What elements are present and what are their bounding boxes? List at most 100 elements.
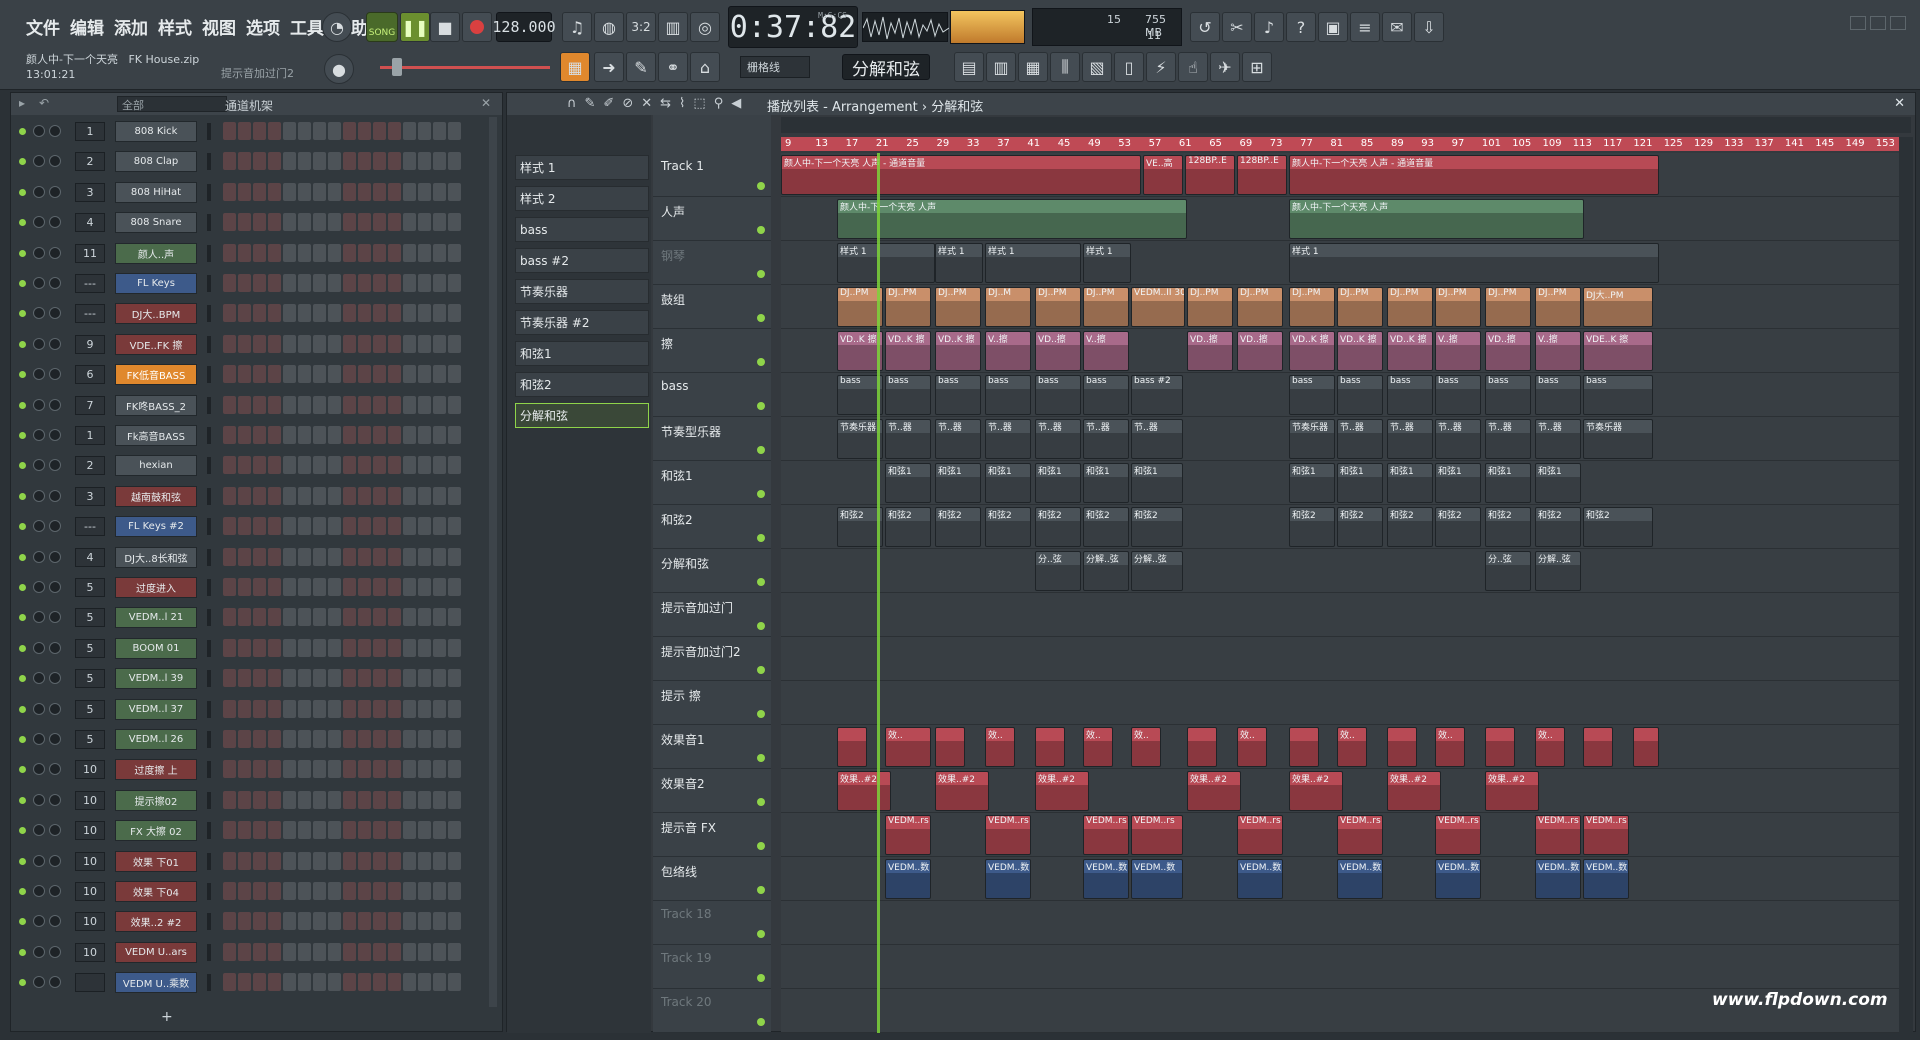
playlist-vertical-scrollbar[interactable] — [1899, 137, 1913, 1033]
playlist-clip[interactable]: bass — [935, 375, 981, 415]
track-enable-led[interactable] — [757, 974, 765, 982]
step-sequencer[interactable] — [223, 942, 463, 962]
track-enable-led[interactable] — [757, 314, 765, 322]
playlist-clip[interactable]: DJ大..PM — [1583, 287, 1653, 327]
step-button[interactable] — [313, 699, 326, 718]
step-button[interactable] — [418, 851, 431, 870]
channel-row[interactable]: 10 效果 下04 — [11, 879, 502, 903]
step-button[interactable] — [358, 730, 371, 748]
close-icon[interactable]: ✕ — [1894, 96, 1905, 111]
step-button[interactable] — [388, 942, 401, 961]
channel-name-button[interactable]: VEDM..l 39 — [115, 668, 197, 690]
step-button[interactable] — [223, 243, 236, 262]
step-button[interactable] — [418, 122, 431, 140]
step-button[interactable] — [298, 882, 311, 900]
step-button[interactable] — [223, 578, 236, 596]
channel-select-bar[interactable] — [207, 366, 211, 384]
step-button[interactable] — [298, 456, 311, 475]
channel-filter[interactable]: 全部 — [117, 96, 227, 112]
playlist-clip[interactable]: VEDM..数 — [1131, 859, 1183, 899]
channel-active-led[interactable] — [19, 979, 26, 987]
step-button[interactable] — [253, 395, 266, 414]
step-button[interactable] — [358, 608, 371, 627]
step-button[interactable] — [253, 669, 266, 688]
step-sequencer[interactable] — [223, 973, 463, 992]
playlist-clip[interactable]: V..擦 — [985, 331, 1031, 371]
step-button[interactable] — [358, 578, 371, 596]
step-button[interactable] — [238, 395, 251, 414]
step-button[interactable] — [433, 699, 446, 718]
step-button[interactable] — [328, 395, 341, 414]
playlist-clip[interactable]: 效.. — [885, 727, 931, 767]
channel-row[interactable]: 7 FK咚BASS_2 — [11, 393, 502, 417]
step-button[interactable] — [268, 882, 281, 900]
step-button[interactable] — [403, 304, 416, 323]
step-button[interactable] — [358, 456, 371, 475]
step-button[interactable] — [298, 213, 311, 232]
channel-active-led[interactable] — [19, 736, 26, 743]
playlist-clip[interactable]: 和弦2 — [1435, 507, 1481, 547]
step-button[interactable] — [418, 882, 431, 900]
step-button[interactable] — [298, 942, 311, 961]
playlist-clip[interactable]: VEDM..rs — [1083, 815, 1129, 855]
playlist-clip[interactable]: DJ..PM — [1485, 287, 1531, 327]
pat-song-toggle[interactable]: SONG — [366, 12, 398, 42]
step-button[interactable] — [283, 730, 296, 748]
step-sequencer[interactable] — [223, 790, 463, 810]
playlist-clip[interactable]: 节..器 — [1131, 419, 1183, 459]
step-button[interactable] — [403, 426, 416, 444]
step-button[interactable] — [433, 213, 446, 232]
step-button[interactable] — [343, 122, 356, 140]
channel-volume-knob[interactable] — [49, 307, 61, 320]
save-icon[interactable]: ▣ — [1318, 12, 1348, 42]
playlist-clip[interactable]: VEDM..rs — [1237, 815, 1283, 855]
channel-mixer-track[interactable]: 10 — [75, 760, 105, 780]
step-button[interactable] — [388, 213, 401, 232]
track-header[interactable]: Track 18 — [653, 901, 771, 945]
channel-pan-knob[interactable] — [33, 307, 45, 320]
step-button[interactable] — [373, 851, 386, 870]
step-button[interactable] — [403, 517, 416, 536]
playlist-clip[interactable]: 和弦1 — [1131, 463, 1183, 503]
step-sequencer[interactable] — [223, 334, 463, 354]
playlist-clip[interactable]: 分解..弦 — [1535, 551, 1581, 591]
step-button[interactable] — [448, 578, 461, 596]
file-icon[interactable]: ▯ — [1114, 52, 1144, 82]
link-icon[interactable]: ⚭ — [658, 52, 688, 82]
step-button[interactable] — [403, 638, 416, 657]
channel-select-bar[interactable] — [207, 305, 211, 323]
step-button[interactable] — [253, 547, 266, 566]
channel-row[interactable]: 9 VDE..FK 擦 — [11, 332, 502, 356]
step-button[interactable] — [238, 517, 251, 536]
channel-volume-knob[interactable] — [49, 489, 61, 502]
step-button[interactable] — [238, 942, 251, 961]
step-sequencer[interactable] — [223, 213, 463, 232]
step-button[interactable] — [238, 790, 251, 809]
step-sequencer[interactable] — [223, 547, 463, 567]
step-button[interactable] — [283, 243, 296, 262]
step-sequencer[interactable] — [223, 274, 463, 293]
step-button[interactable] — [268, 638, 281, 657]
channel-active-led[interactable] — [19, 219, 26, 227]
timeline-ruler[interactable]: 9 13 17 21 25 29 33 37 41 45 49 53 57 61 65 69 73 77 81 85 8… — [781, 137, 1911, 151]
pattern-item[interactable]: 样式 1 — [515, 155, 649, 180]
step-button[interactable] — [298, 395, 311, 414]
playlist-clip[interactable]: 效.. — [985, 727, 1015, 767]
step-button[interactable] — [268, 365, 281, 384]
step-button[interactable] — [388, 152, 401, 171]
step-button[interactable] — [223, 213, 236, 232]
playlist-clip[interactable]: 样式 1 — [985, 243, 1081, 283]
step-button[interactable] — [388, 730, 401, 748]
step-button[interactable] — [223, 517, 236, 536]
step-sequencer[interactable] — [223, 669, 463, 688]
playlist-clip[interactable]: VEDM..rs — [985, 815, 1031, 855]
channel-mixer-track[interactable]: --- — [75, 274, 105, 293]
playlist-clip[interactable]: VEDM..数 — [885, 859, 931, 899]
playlist-clip[interactable]: VEDM..rs — [1435, 815, 1481, 855]
step-button[interactable] — [313, 213, 326, 232]
channel-pan-knob[interactable] — [33, 793, 45, 806]
step-button[interactable] — [283, 365, 296, 384]
close-button[interactable] — [1890, 16, 1906, 30]
step-button[interactable] — [223, 638, 236, 657]
step-button[interactable] — [373, 122, 386, 140]
